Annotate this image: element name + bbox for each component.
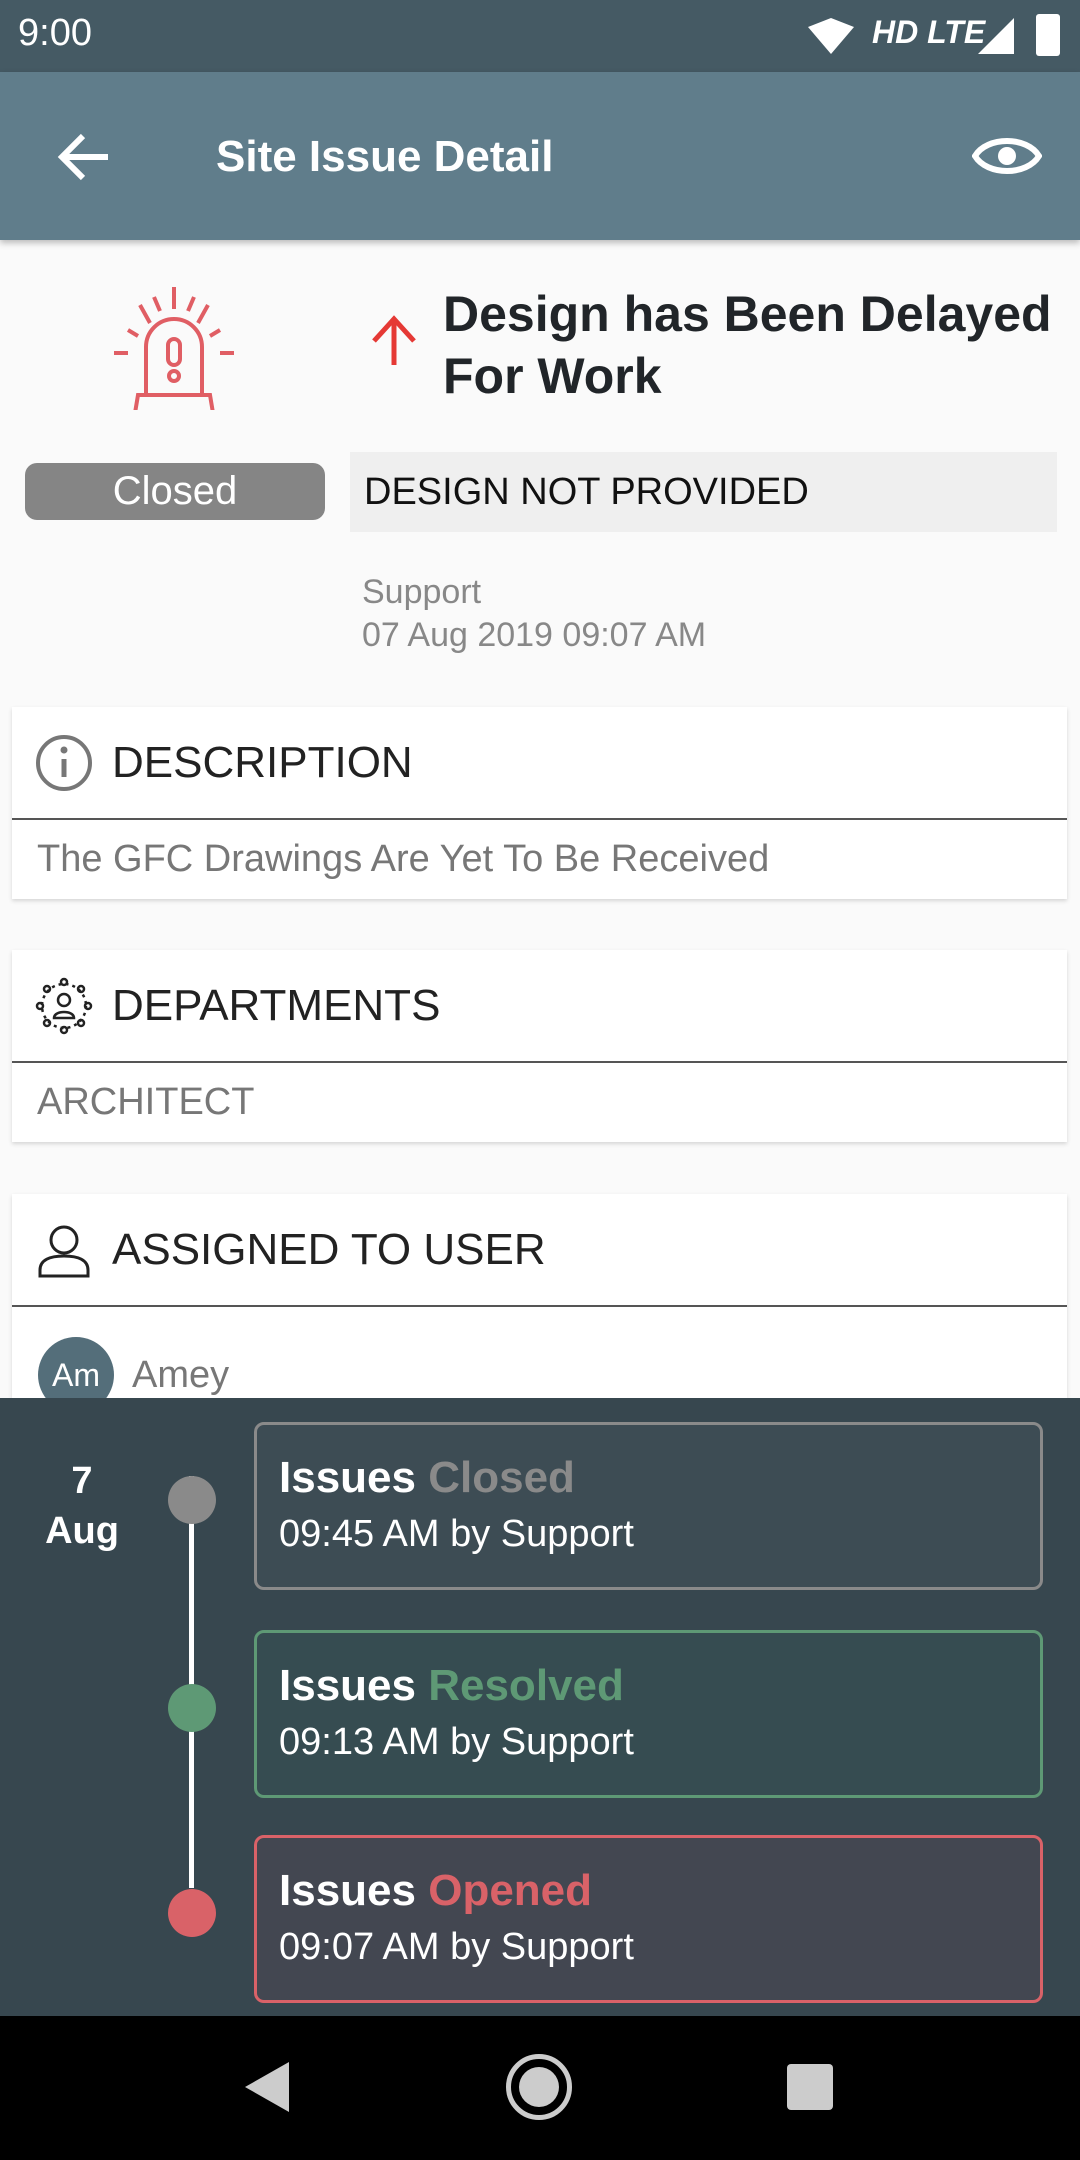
assigned-user-item[interactable]: Am Amey bbox=[12, 1307, 1067, 1398]
issue-title: Design has Been Delayed For Work bbox=[443, 286, 1052, 404]
battery-icon bbox=[1036, 14, 1060, 56]
event-detail: 09:45 AM by Support bbox=[279, 1513, 634, 1555]
assigned-heading: ASSIGNED TO USER bbox=[112, 1224, 546, 1274]
assigned-user-card: ASSIGNED TO USER Am Amey bbox=[12, 1194, 1067, 1398]
event-state: Opened bbox=[428, 1866, 593, 1915]
timeline-dot bbox=[168, 1889, 216, 1937]
description-heading: DESCRIPTION bbox=[112, 737, 413, 787]
arrow-up-icon bbox=[372, 315, 416, 365]
status-badge: Closed bbox=[25, 463, 325, 520]
timeline-event-card: Issues Closed 09:45 AM by Support bbox=[254, 1422, 1043, 1590]
clock: 9:00 bbox=[18, 12, 92, 54]
recents-nav-icon[interactable] bbox=[787, 2064, 833, 2110]
event-state: Closed bbox=[428, 1453, 575, 1502]
event-prefix: Issues bbox=[279, 1453, 416, 1502]
issue-reason: DESIGN NOT PROVIDED bbox=[350, 452, 1057, 532]
description-text: The GFC Drawings Are Yet To Be Received bbox=[37, 838, 770, 880]
event-state: Resolved bbox=[428, 1661, 624, 1710]
timeline-line bbox=[189, 1476, 194, 1888]
arrow-left-icon[interactable] bbox=[56, 132, 112, 182]
department-network-icon bbox=[35, 977, 93, 1034]
assigned-user-name: Amey bbox=[132, 1353, 230, 1396]
wifi-icon bbox=[808, 18, 854, 54]
departments-heading: DEPARTMENTS bbox=[112, 980, 441, 1030]
timeline-event-card: Issues Opened 09:07 AM by Support bbox=[254, 1835, 1043, 2003]
event-prefix: Issues bbox=[279, 1866, 416, 1915]
back-nav-icon[interactable] bbox=[245, 2062, 289, 2112]
timeline-event-card: Issues Resolved 09:13 AM by Support bbox=[254, 1630, 1043, 1798]
navigation-bar bbox=[0, 2016, 1080, 2160]
timeline-day: 7 bbox=[71, 1460, 93, 1502]
avatar: Am bbox=[38, 1337, 114, 1398]
created-by: Support bbox=[362, 573, 482, 611]
user-icon bbox=[38, 1225, 90, 1277]
home-nav-icon[interactable] bbox=[506, 2054, 572, 2120]
network-label: HD LTE bbox=[872, 14, 986, 50]
status-bar: 9:00 HD LTE bbox=[0, 0, 1080, 72]
description-card: DESCRIPTION The GFC Drawings Are Yet To … bbox=[12, 707, 1067, 899]
event-prefix: Issues bbox=[279, 1661, 416, 1710]
created-at: 07 Aug 2019 09:07 AM bbox=[362, 616, 707, 654]
eye-icon[interactable] bbox=[972, 130, 1042, 182]
timeline-dot bbox=[168, 1476, 216, 1524]
event-detail: 09:07 AM by Support bbox=[279, 1926, 634, 1968]
departments-card: DEPARTMENTS ARCHITECT bbox=[12, 950, 1067, 1142]
info-icon bbox=[36, 734, 92, 791]
alarm-siren-icon bbox=[114, 287, 234, 410]
page-title: Site Issue Detail bbox=[216, 132, 554, 181]
event-detail: 09:13 AM by Support bbox=[279, 1721, 634, 1763]
timeline-dot bbox=[168, 1684, 216, 1732]
timeline-month: Aug bbox=[45, 1510, 119, 1552]
app-bar: Site Issue Detail bbox=[0, 72, 1080, 240]
department-name: ARCHITECT bbox=[37, 1081, 255, 1123]
timeline-panel: 7 Aug Issues Closed 09:45 AM by Support Iss… bbox=[0, 1398, 1080, 2016]
